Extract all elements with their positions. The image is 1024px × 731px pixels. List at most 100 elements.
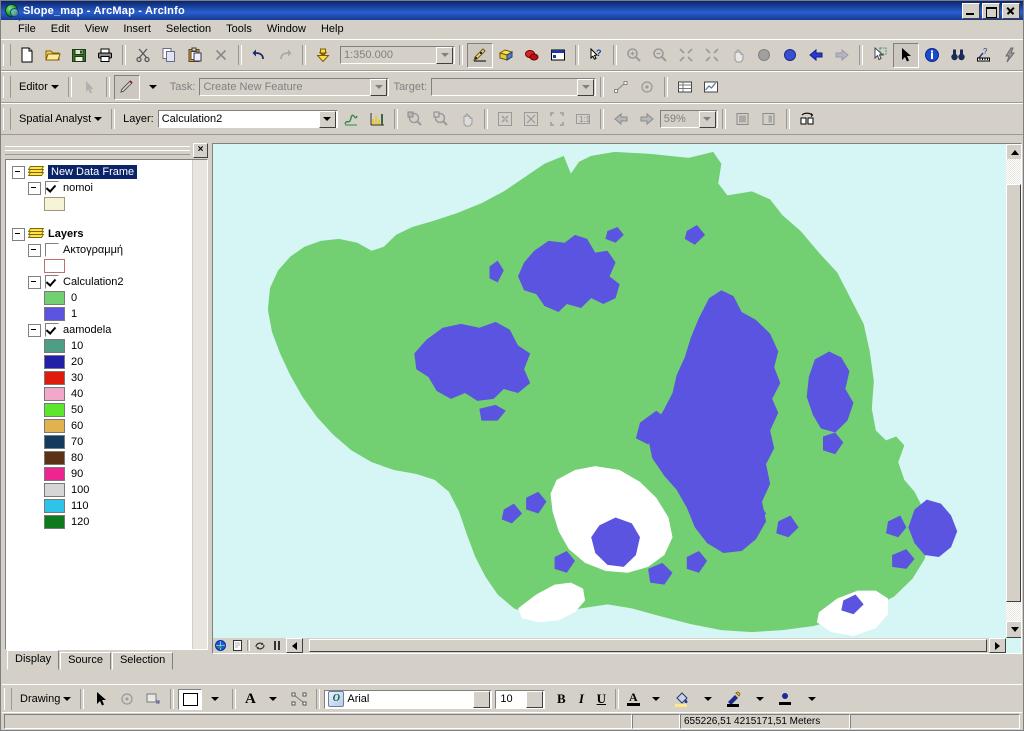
zoom-out-image-icon[interactable] — [428, 107, 454, 132]
text-tool-dropdown[interactable] — [260, 687, 286, 712]
toc-symbol[interactable]: 90 — [8, 466, 193, 482]
map-scale-combo[interactable]: 1:350.000 — [340, 46, 455, 64]
toc-layer-aamodela[interactable]: aamodela — [8, 322, 193, 338]
chevron-down-icon[interactable] — [318, 110, 336, 128]
pan-image-icon[interactable] — [454, 107, 480, 132]
maximize-button[interactable] — [982, 2, 1000, 19]
toc-layer-calculation2[interactable]: Calculation2 — [8, 274, 193, 290]
toggle-toc-icon[interactable] — [286, 638, 303, 653]
fill-color-icon[interactable] — [669, 687, 695, 712]
target-combo[interactable] — [431, 78, 597, 96]
attributes-table-icon[interactable] — [672, 75, 698, 100]
rotate-icon[interactable] — [114, 687, 140, 712]
toc-symbol[interactable]: 50 — [8, 402, 193, 418]
delete-x-icon[interactable] — [208, 43, 234, 68]
flicker-icon[interactable] — [730, 107, 756, 132]
toc-node-new-data-frame[interactable]: New Data Frame — [8, 164, 193, 180]
select-elements-arrow-icon[interactable] — [893, 42, 919, 68]
sketch-properties-icon[interactable] — [634, 75, 660, 100]
layer-visibility-checkbox[interactable] — [45, 181, 59, 195]
tab-source[interactable]: Source — [60, 652, 111, 670]
actual-extent-icon[interactable] — [544, 107, 570, 132]
chevron-down-icon[interactable] — [577, 78, 595, 96]
menu-window[interactable]: Window — [260, 21, 313, 37]
edit-vertices-icon[interactable] — [286, 687, 312, 712]
identify-icon[interactable] — [919, 43, 945, 68]
hyperlink-lightning-icon[interactable] — [997, 43, 1023, 68]
layer-visibility-checkbox[interactable] — [45, 243, 59, 257]
toolbox-icon[interactable] — [493, 43, 519, 68]
chevron-down-icon[interactable] — [526, 690, 544, 708]
toc-close-button[interactable]: × — [193, 143, 208, 158]
print-icon[interactable] — [92, 43, 118, 68]
map-canvas[interactable] — [213, 144, 1006, 638]
toc-symbol[interactable] — [8, 258, 193, 274]
menu-insert[interactable]: Insert — [116, 21, 158, 37]
new-text-icon[interactable]: A — [240, 689, 260, 709]
toc-symbol[interactable]: 70 — [8, 434, 193, 450]
model-builder-icon[interactable] — [519, 43, 545, 68]
toc-layer-aktogrammi[interactable]: Ακτογραμμή — [8, 242, 193, 258]
italic-button[interactable]: I — [571, 689, 591, 709]
fit-to-display-icon[interactable] — [492, 107, 518, 132]
undo-arrow-icon[interactable] — [246, 43, 272, 68]
scroll-thumb[interactable] — [1006, 184, 1021, 602]
collapse-toggle-icon[interactable] — [12, 227, 25, 241]
menu-selection[interactable]: Selection — [159, 21, 218, 37]
toc-symbol[interactable]: 60 — [8, 418, 193, 434]
zoom-in-icon[interactable] — [621, 43, 647, 68]
menu-edit[interactable]: Edit — [44, 21, 77, 37]
font-color-icon[interactable]: A — [623, 689, 643, 709]
minimize-button[interactable] — [962, 2, 980, 19]
measure-icon[interactable]: ? — [971, 43, 997, 68]
toc-node-layers[interactable]: Layers — [8, 226, 193, 242]
find-binoculars-icon[interactable] — [945, 43, 971, 68]
raster-chart-icon[interactable] — [364, 107, 390, 132]
toolbar-grip[interactable] — [3, 76, 11, 98]
edit-vertex-tool-icon[interactable] — [608, 75, 634, 100]
previous-extent-icon[interactable] — [777, 43, 803, 68]
menu-file[interactable]: File — [11, 21, 43, 37]
full-extent-icon[interactable] — [751, 43, 777, 68]
bold-button[interactable]: B — [551, 689, 571, 709]
task-combo[interactable]: Create New Feature — [199, 78, 390, 96]
editor-menu-button[interactable]: Editor — [14, 79, 64, 95]
toc-symbol[interactable]: 100 — [8, 482, 193, 498]
menu-view[interactable]: View — [78, 21, 116, 37]
chevron-down-icon[interactable] — [370, 78, 388, 96]
whats-this-help-icon[interactable]: ? — [583, 43, 609, 68]
menu-tools[interactable]: Tools — [219, 21, 259, 37]
toc-symbol[interactable]: 110 — [8, 498, 193, 514]
fixed-zoom-out-icon[interactable] — [699, 43, 725, 68]
collapse-toggle-icon[interactable] — [28, 275, 41, 289]
drawing-menu-button[interactable]: Drawing — [15, 691, 76, 707]
pause-drawing-icon[interactable] — [269, 639, 284, 653]
chevron-down-icon[interactable] — [473, 690, 491, 708]
select-elements-arrow-icon[interactable] — [88, 687, 114, 712]
zoom-in-image-icon[interactable] — [402, 107, 428, 132]
save-icon[interactable] — [66, 43, 92, 68]
toc-dock-grip[interactable]: × — [5, 143, 208, 158]
map-vertical-scrollbar[interactable] — [1006, 144, 1021, 638]
sketch-chart-icon[interactable] — [698, 75, 724, 100]
font-size-combo[interactable]: 10 — [495, 689, 546, 709]
image-analysis-icon[interactable] — [794, 107, 820, 132]
line-color-icon[interactable] — [721, 687, 747, 712]
add-data-icon[interactable] — [310, 43, 336, 68]
new-document-icon[interactable] — [14, 43, 40, 68]
previous-image-icon[interactable] — [608, 107, 634, 132]
open-folder-icon[interactable] — [40, 43, 66, 68]
fill-color-dropdown[interactable] — [202, 687, 228, 712]
zoom-out-icon[interactable] — [647, 43, 673, 68]
cut-scissors-icon[interactable] — [130, 43, 156, 68]
paste-clipboard-icon[interactable] — [182, 43, 208, 68]
fill-color-swatch[interactable] — [178, 688, 203, 710]
layer-combo[interactable]: Calculation2 — [157, 110, 338, 128]
close-button[interactable] — [1002, 2, 1020, 19]
tab-selection[interactable]: Selection — [111, 652, 174, 670]
toolbar-grip[interactable] — [3, 44, 11, 66]
spatial-analyst-menu-button[interactable]: Spatial Analyst — [14, 111, 107, 127]
hscroll-thumb[interactable] — [309, 639, 987, 652]
forward-arrow-icon[interactable] — [829, 43, 855, 68]
toc-symbol[interactable]: 30 — [8, 370, 193, 386]
